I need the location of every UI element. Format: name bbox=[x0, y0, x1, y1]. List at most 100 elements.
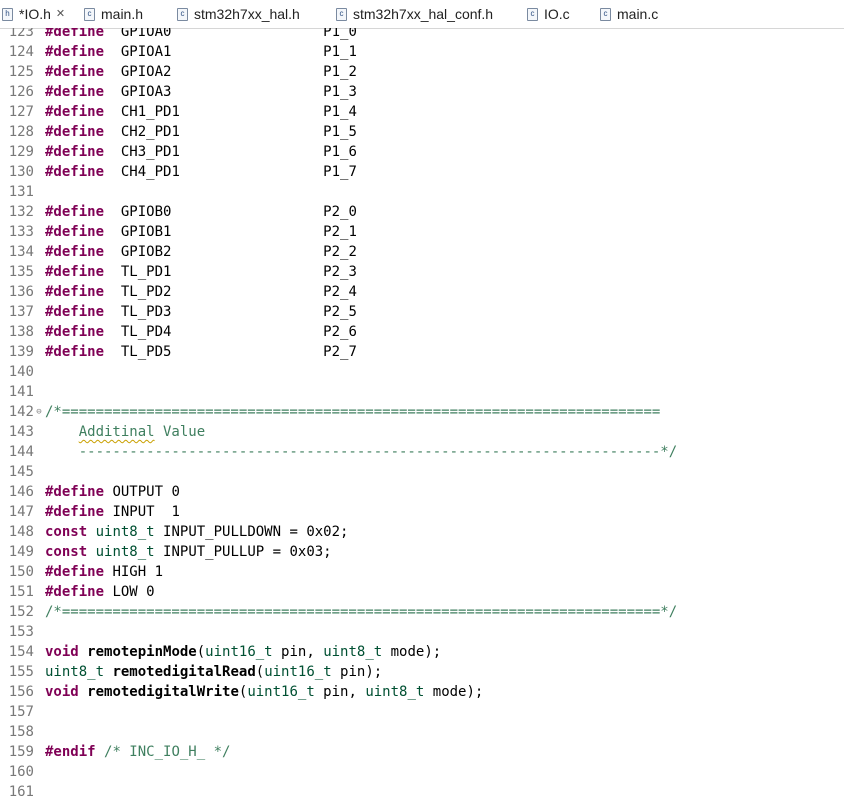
code-token: pin, bbox=[272, 644, 324, 660]
code-line[interactable]: 161 bbox=[0, 782, 844, 801]
line-number: 153 bbox=[8, 624, 34, 640]
code-line[interactable]: 159 #endif /* INC_IO_H_ */ bbox=[0, 742, 844, 762]
code-token: pin, bbox=[314, 684, 366, 700]
code-line[interactable]: 153 bbox=[0, 622, 844, 642]
code-line[interactable]: 138 #define TL_PD4 P2_6 bbox=[0, 322, 844, 342]
file-icon: c bbox=[177, 7, 188, 21]
code-token: void bbox=[45, 644, 79, 660]
code-token: #define bbox=[45, 324, 105, 340]
code-token: mode); bbox=[382, 644, 442, 660]
code-line[interactable]: 131 bbox=[0, 182, 844, 202]
code-token: INPUT_PULLUP = 0x03; bbox=[154, 544, 332, 560]
code-line[interactable]: 132 #define GPIOB0 P2_0 bbox=[0, 202, 844, 222]
line-number: 135 bbox=[8, 264, 34, 280]
code-token: #define bbox=[45, 504, 105, 520]
code-text: ----------------------------------------… bbox=[45, 442, 677, 462]
code-line[interactable]: 154 void remotepinMode(uint16_t pin, uint… bbox=[0, 642, 844, 662]
tab-stm32h7xx-hal-conf-h[interactable]: c stm32h7xx_hal_conf.h bbox=[336, 0, 493, 28]
tab-main-h[interactable]: c main.h bbox=[84, 0, 143, 28]
code-line[interactable]: 133 #define GPIOB1 P2_1 bbox=[0, 222, 844, 242]
line-number: 155 bbox=[8, 664, 34, 680]
code-line[interactable]: 152 /*===================================… bbox=[0, 602, 844, 622]
code-line[interactable]: 140 bbox=[0, 362, 844, 382]
code-line[interactable]: 142 ⊖/*==================================… bbox=[0, 402, 844, 422]
code-line[interactable]: 136 #define TL_PD2 P2_4 bbox=[0, 282, 844, 302]
line-number: 138 bbox=[8, 324, 34, 340]
code-line[interactable]: 149 const uint8_t INPUT_PULLUP = 0x03; bbox=[0, 542, 844, 562]
code-line[interactable]: 134 #define GPIOB2 P2_2 bbox=[0, 242, 844, 262]
code-token: TL_PD2 P2_4 bbox=[104, 284, 357, 300]
code-text: #define TL_PD3 P2_5 bbox=[45, 302, 357, 322]
code-line[interactable]: 147 #define INPUT 1 bbox=[0, 502, 844, 522]
code-token: #define bbox=[45, 584, 105, 600]
line-number: 156 bbox=[8, 684, 34, 700]
tab-stm32h7xx-hal-h[interactable]: c stm32h7xx_hal.h bbox=[177, 0, 300, 28]
code-line[interactable]: 151 #define LOW 0 bbox=[0, 582, 844, 602]
line-number: 123 bbox=[8, 28, 34, 40]
tab-label: stm32h7xx_hal_conf.h bbox=[353, 6, 494, 22]
code-line[interactable]: 145 bbox=[0, 462, 844, 482]
code-token: Additinal bbox=[78, 424, 155, 440]
code-line[interactable]: 125 #define GPIOA2 P1_2 bbox=[0, 62, 844, 82]
code-token: #define bbox=[45, 104, 105, 120]
close-icon[interactable]: ✕ bbox=[56, 8, 65, 20]
code-token: uint16_t bbox=[264, 664, 332, 680]
line-number: 133 bbox=[8, 224, 34, 240]
code-line[interactable]: 144 ------------------------------------… bbox=[0, 442, 844, 462]
code-line[interactable]: 123 #define GPIOA0 P1_0 bbox=[0, 28, 844, 42]
code-line[interactable]: 143 Additinal Value bbox=[0, 422, 844, 442]
code-token: GPIOA2 P1_2 bbox=[104, 64, 357, 80]
line-number: 129 bbox=[8, 144, 34, 160]
code-line[interactable]: 150 #define HIGH 1 bbox=[0, 562, 844, 582]
code-line[interactable]: 130 #define CH4_PD1 P1_7 bbox=[0, 162, 844, 182]
code-token: INPUT_PULLDOWN = 0x02; bbox=[154, 524, 349, 540]
code-token: /*======================================… bbox=[45, 404, 661, 420]
line-number: 134 bbox=[8, 244, 34, 260]
code-token: TL_PD5 P2_7 bbox=[104, 344, 357, 360]
code-token: GPIOA3 P1_3 bbox=[104, 84, 357, 100]
line-number: 140 bbox=[8, 364, 34, 380]
code-text: #define CH4_PD1 P1_7 bbox=[45, 162, 357, 182]
code-line[interactable]: 126 #define GPIOA3 P1_3 bbox=[0, 82, 844, 102]
code-line[interactable]: 135 #define TL_PD1 P2_3 bbox=[0, 262, 844, 282]
code-token: #define bbox=[45, 344, 105, 360]
code-token: #define bbox=[45, 564, 105, 580]
code-line[interactable]: 156 void remotedigitalWrite(uint16_t pin,… bbox=[0, 682, 844, 702]
tab-io-c[interactable]: c IO.c bbox=[527, 0, 570, 28]
code-line[interactable]: 124 #define GPIOA1 P1_1 bbox=[0, 42, 844, 62]
code-line[interactable]: 139 #define TL_PD5 P2_7 bbox=[0, 342, 844, 362]
code-token: OUTPUT 0 bbox=[104, 484, 180, 500]
code-line[interactable]: 158 bbox=[0, 722, 844, 742]
code-line[interactable]: 141 bbox=[0, 382, 844, 402]
line-number: 159 bbox=[8, 744, 34, 760]
code-token: #define bbox=[45, 144, 105, 160]
code-line[interactable]: 157 bbox=[0, 702, 844, 722]
code-editor[interactable]: 123 #define GPIOA0 P1_0 124 #define GPIOA1 … bbox=[0, 28, 844, 801]
code-token: remotedigitalWrite bbox=[87, 684, 239, 700]
line-number: 141 bbox=[8, 384, 34, 400]
code-line[interactable]: 146 #define OUTPUT 0 bbox=[0, 482, 844, 502]
code-token: GPIOA0 P1_0 bbox=[104, 28, 357, 40]
code-line[interactable]: 160 bbox=[0, 762, 844, 782]
tab-io-h[interactable]: h *IO.h ✕ bbox=[2, 0, 66, 28]
fold-collapse-icon[interactable]: ⊖ bbox=[34, 402, 44, 422]
tab-label: main.h bbox=[101, 6, 144, 22]
code-token: TL_PD4 P2_6 bbox=[104, 324, 357, 340]
code-text: #define GPIOB1 P2_1 bbox=[45, 222, 357, 242]
code-line[interactable]: 137 #define TL_PD3 P2_5 bbox=[0, 302, 844, 322]
code-line[interactable]: 155 uint8_t remotedigitalRead(uint16_t pi… bbox=[0, 662, 844, 682]
code-line[interactable]: 148 const uint8_t INPUT_PULLDOWN = 0x02; bbox=[0, 522, 844, 542]
code-token: uint8_t bbox=[45, 664, 105, 680]
code-token: #define bbox=[45, 264, 105, 280]
line-number: 137 bbox=[8, 304, 34, 320]
code-line[interactable]: 127 #define CH1_PD1 P1_4 bbox=[0, 102, 844, 122]
line-number: 139 bbox=[8, 344, 34, 360]
code-text: #define OUTPUT 0 bbox=[45, 482, 180, 502]
tab-main-c[interactable]: c main.c bbox=[600, 0, 658, 28]
code-line[interactable]: 129 #define CH3_PD1 P1_6 bbox=[0, 142, 844, 162]
code-token: uint8_t bbox=[323, 644, 383, 660]
code-text: #define TL_PD1 P2_3 bbox=[45, 262, 357, 282]
code-line[interactable]: 128 #define CH2_PD1 P1_5 bbox=[0, 122, 844, 142]
file-icon: c bbox=[527, 7, 538, 21]
